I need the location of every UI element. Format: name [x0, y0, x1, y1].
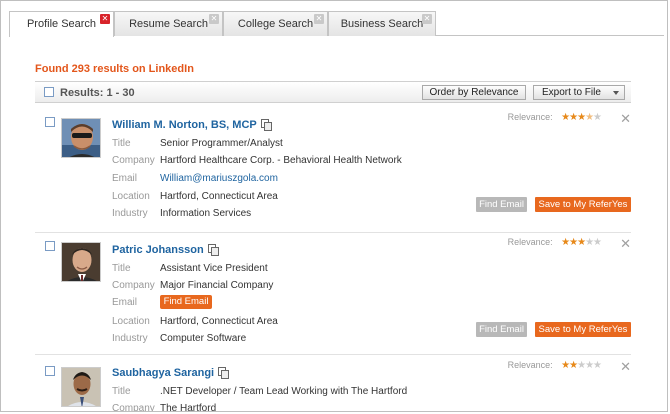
profile-name-link[interactable]: Saubhagya Sarangi: [112, 367, 230, 379]
email-label: Email: [112, 297, 138, 308]
star-rating-icon: ★★★★★: [561, 237, 602, 248]
company-value: Major Financial Company: [160, 280, 274, 291]
copy-icon[interactable]: [207, 244, 219, 256]
profile-name: William M. Norton, BS, MCP: [112, 119, 257, 131]
tab-label: Business Search: [340, 18, 424, 30]
company-label: Company: [112, 403, 155, 412]
export-label: Export to File: [542, 87, 601, 98]
divider: [35, 354, 631, 355]
relevance-rating: Relevance: ★★★★★: [507, 112, 602, 123]
copy-icon[interactable]: [218, 367, 230, 379]
close-icon[interactable]: ✕: [209, 14, 219, 24]
results-header-bar: Results: 1 - 30 Order by Relevance Expor…: [35, 81, 631, 103]
avatar-photo: [62, 368, 100, 406]
profile-name: Patric Johansson: [112, 244, 204, 256]
tab-business-search[interactable]: Business Search ✕: [328, 11, 436, 36]
avatar[interactable]: [61, 242, 101, 282]
find-email-button[interactable]: Find Email: [476, 322, 527, 337]
close-icon[interactable]: ✕: [620, 360, 631, 373]
industry-value: Computer Software: [160, 333, 247, 344]
industry-label: Industry: [112, 333, 148, 344]
copy-icon[interactable]: [260, 119, 272, 131]
relevance-rating: Relevance: ★★★★★: [507, 360, 602, 371]
title-label: Title: [112, 263, 131, 274]
save-to-referyes-button[interactable]: Save to My ReferYes: [535, 197, 631, 212]
location-value: Hartford, Connecticut Area: [160, 316, 278, 327]
company-label: Company: [112, 155, 155, 166]
save-to-referyes-button[interactable]: Save to My ReferYes: [535, 322, 631, 337]
tab-label: College Search: [237, 18, 314, 30]
tab-label: Resume Search: [129, 18, 208, 30]
profile-name-link[interactable]: Patric Johansson: [112, 244, 219, 256]
title-value: Senior Programmer/Analyst: [160, 138, 283, 149]
relevance-label: Relevance:: [507, 360, 553, 370]
company-label: Company: [112, 280, 155, 291]
chevron-down-icon: [613, 91, 619, 95]
profile-checkbox[interactable]: [45, 117, 55, 127]
find-email-button[interactable]: Find Email: [160, 295, 212, 309]
title-label: Title: [112, 386, 131, 397]
profile-name-link[interactable]: William M. Norton, BS, MCP: [112, 119, 272, 131]
tab-label: Profile Search: [26, 18, 97, 30]
location-label: Location: [112, 316, 150, 327]
relevance-rating: Relevance: ★★★★★: [507, 237, 602, 248]
location-label: Location: [112, 191, 150, 202]
title-value: .NET Developer / Team Lead Working with …: [160, 386, 408, 397]
close-icon[interactable]: ✕: [422, 14, 432, 24]
close-icon[interactable]: ✕: [314, 14, 324, 24]
relevance-label: Relevance:: [507, 112, 553, 122]
results-range-label: Results: 1 - 30: [60, 87, 135, 99]
close-icon[interactable]: ✕: [100, 14, 110, 24]
divider: [35, 232, 631, 233]
export-to-file-dropdown[interactable]: Export to File: [533, 85, 625, 100]
company-value: Hartford Healthcare Corp. - Behavioral H…: [160, 155, 402, 166]
results-found-text: Found 293 results on LinkedIn: [35, 63, 194, 75]
close-icon[interactable]: ✕: [620, 237, 631, 250]
relevance-label: Relevance:: [507, 237, 553, 247]
industry-value: Information Services: [160, 208, 252, 219]
tab-college-search[interactable]: College Search ✕: [223, 11, 328, 36]
profile-name: Saubhagya Sarangi: [112, 367, 215, 379]
order-by-relevance-button[interactable]: Order by Relevance: [422, 85, 526, 100]
profile-card: Saubhagya Sarangi Title .NET Developer /…: [35, 356, 631, 412]
tab-resume-search[interactable]: Resume Search ✕: [114, 11, 223, 36]
profile-checkbox[interactable]: [45, 241, 55, 251]
avatar-photo: [62, 243, 100, 281]
avatar[interactable]: [61, 118, 101, 158]
email-label: Email: [112, 173, 138, 184]
email-link[interactable]: William@mariuszgola.com: [160, 173, 278, 184]
location-value: Hartford, Connecticut Area: [160, 191, 278, 202]
tab-bar: Profile Search ✕ Resume Search ✕ College…: [9, 11, 664, 37]
profile-card: William M. Norton, BS, MCP Title Senior …: [35, 109, 631, 231]
select-all-checkbox[interactable]: [44, 87, 54, 97]
profile-card: Patric Johansson Title Assistant Vice Pr…: [35, 234, 631, 352]
avatar[interactable]: [61, 367, 101, 407]
avatar-photo: [62, 119, 100, 157]
title-label: Title: [112, 138, 131, 149]
industry-label: Industry: [112, 208, 148, 219]
tab-profile-search[interactable]: Profile Search ✕: [9, 11, 114, 37]
app-frame: Profile Search ✕ Resume Search ✕ College…: [0, 0, 668, 412]
find-email-button[interactable]: Find Email: [476, 197, 527, 212]
title-value: Assistant Vice President: [160, 263, 268, 274]
star-rating-icon: ★★★★★: [561, 360, 602, 371]
profile-checkbox[interactable]: [45, 366, 55, 376]
company-value: The Hartford: [160, 403, 217, 412]
star-rating-icon: ★★★★★: [561, 112, 602, 123]
close-icon[interactable]: ✕: [620, 112, 631, 125]
